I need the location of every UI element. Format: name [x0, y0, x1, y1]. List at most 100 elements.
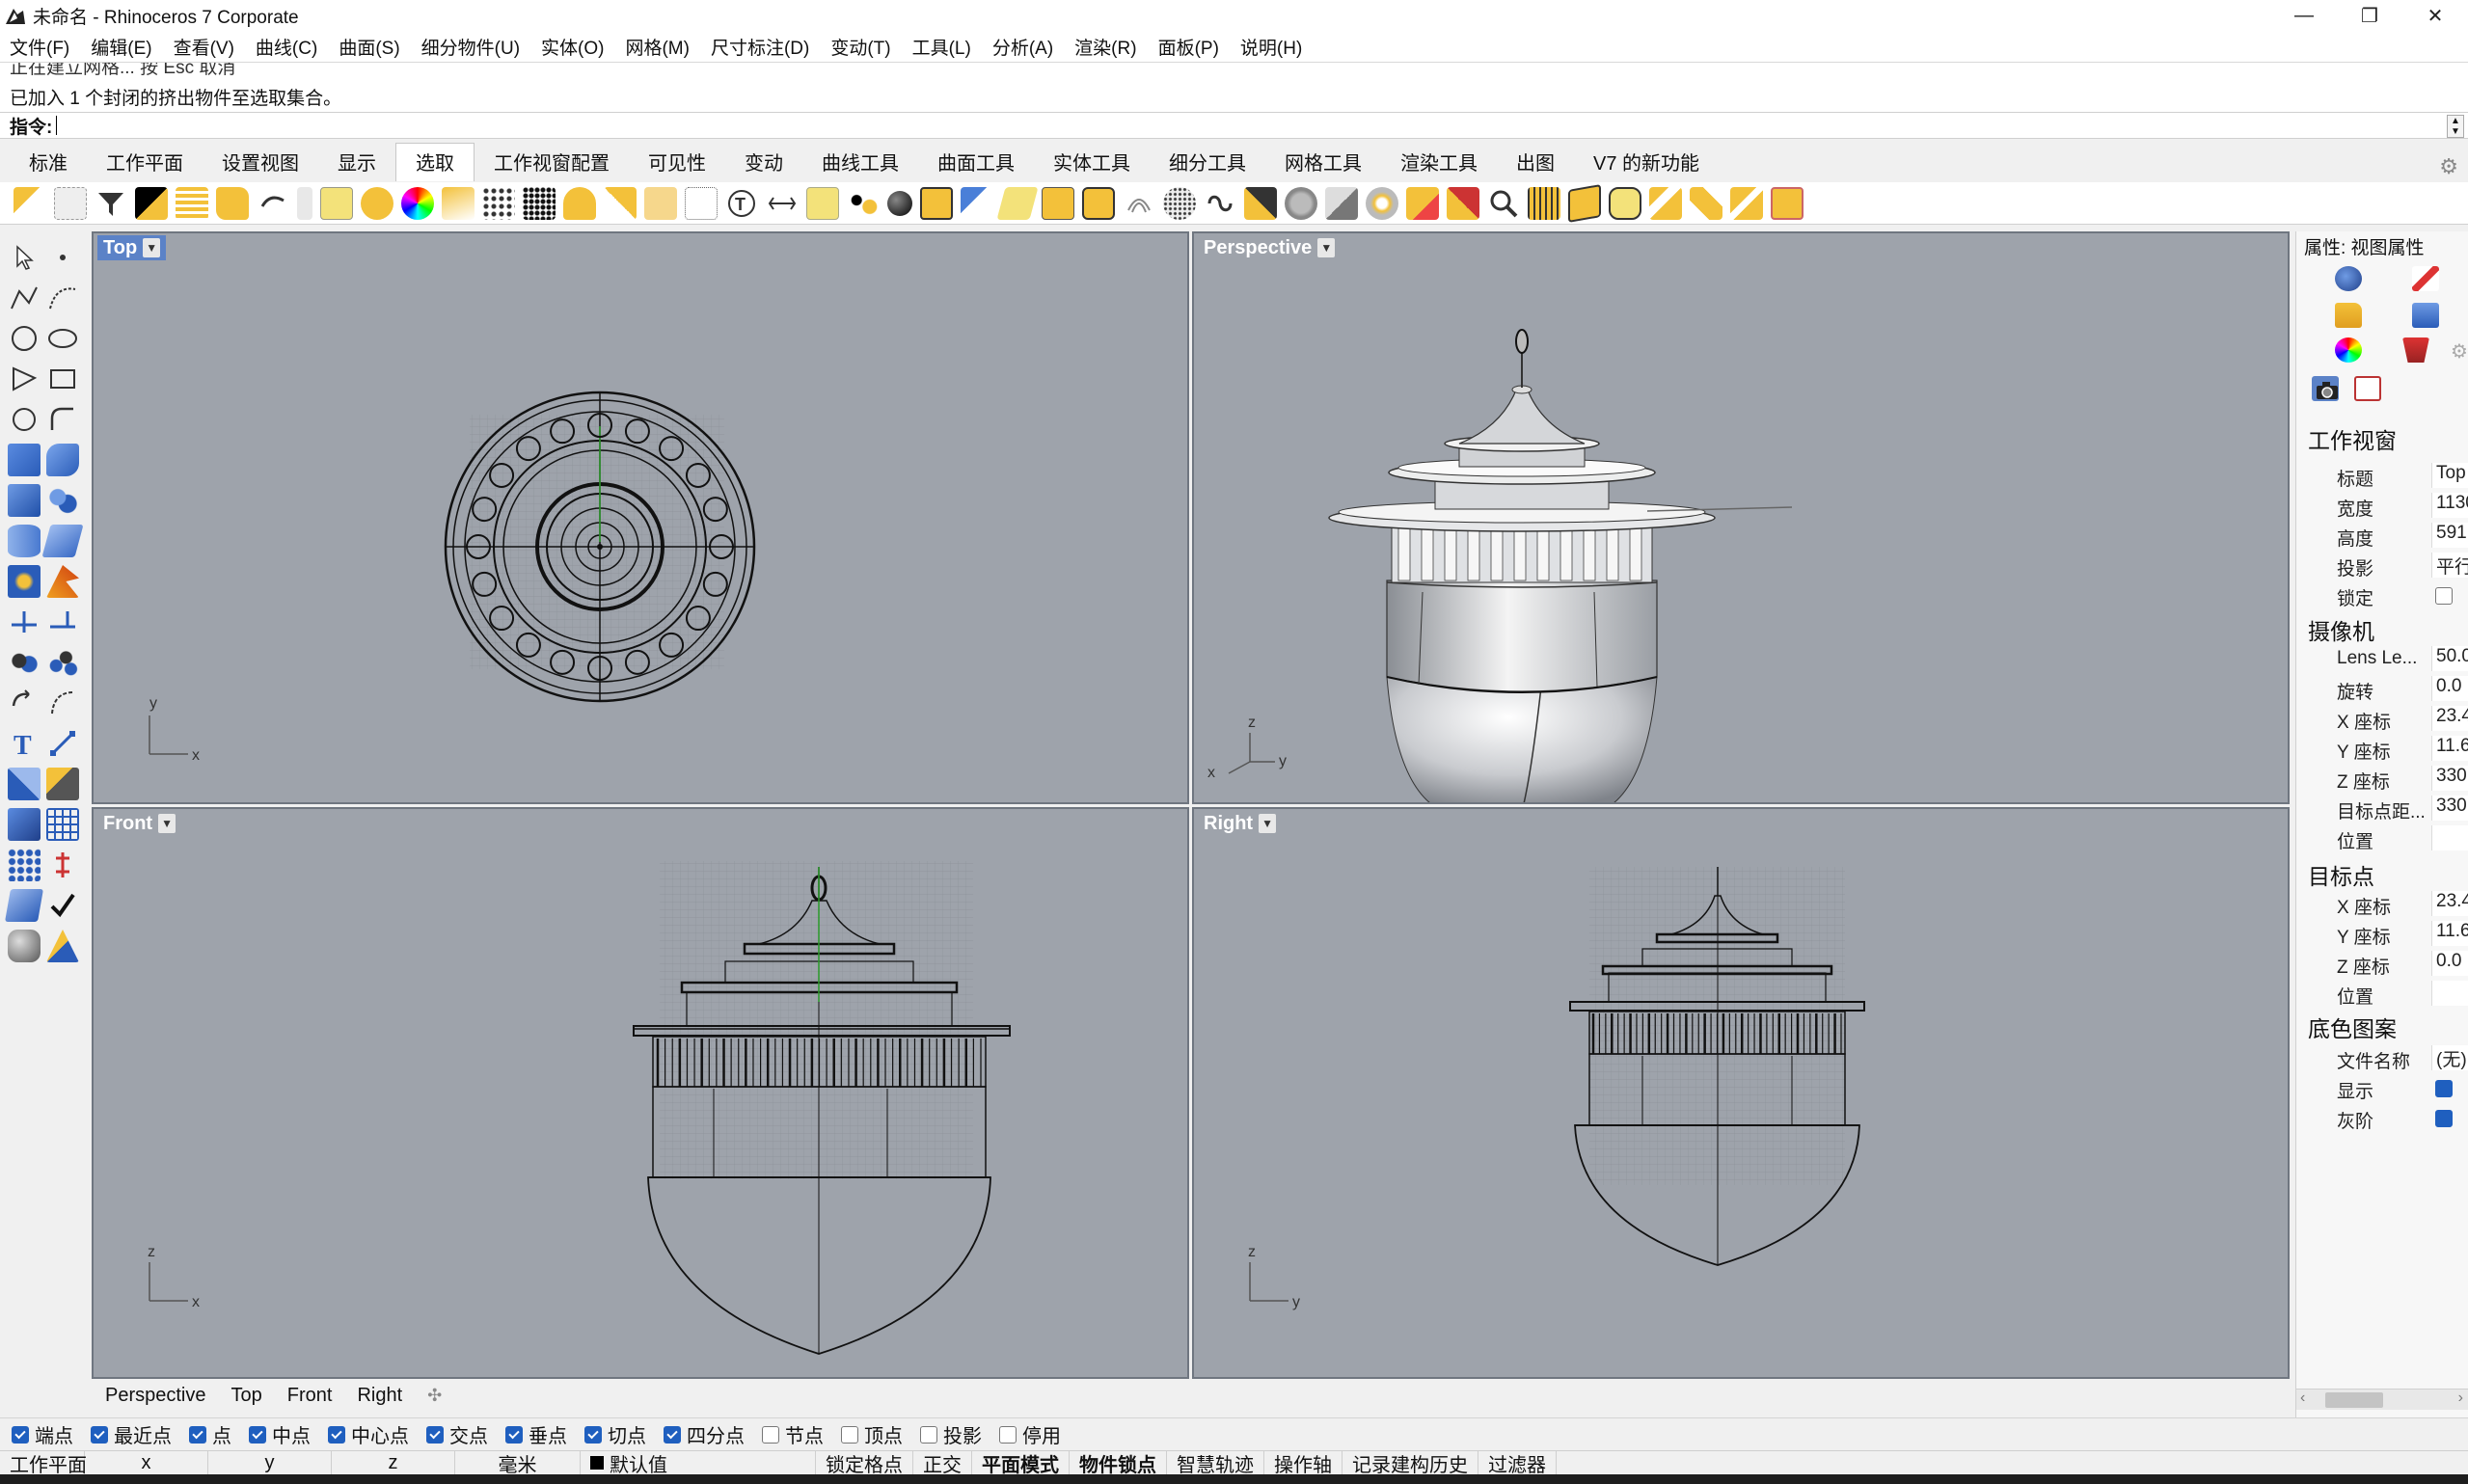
tab-subd-tools[interactable]: 细分工具	[1150, 148, 1265, 181]
solid-box-icon[interactable]	[8, 808, 41, 841]
material-brush-icon[interactable]	[2412, 266, 2439, 291]
material-icon[interactable]	[8, 930, 41, 962]
filter-icon[interactable]	[95, 186, 127, 220]
surface-edit-icon[interactable]	[46, 444, 79, 476]
osnap-6[interactable]: 垂点	[505, 1420, 567, 1448]
draft-icon[interactable]	[5, 889, 43, 922]
viewport-tab-perspective[interactable]: Perspective	[105, 1385, 206, 1407]
osnap-12[interactable]: 停用	[999, 1420, 1061, 1448]
ellipse-icon[interactable]	[46, 322, 79, 355]
property-value[interactable]: 50.0	[2431, 646, 2468, 671]
tab-viewport-layout[interactable]: 工作视窗配置	[475, 148, 629, 181]
light-icon[interactable]	[8, 565, 41, 598]
select-last-icon[interactable]	[257, 187, 289, 220]
property-value[interactable]: 330.	[2431, 766, 2468, 791]
osnap-checkbox[interactable]	[249, 1425, 266, 1444]
select-points-grid-icon[interactable]	[523, 186, 556, 220]
property-value[interactable]	[2431, 981, 2468, 1006]
select-sphere-icon[interactable]	[887, 190, 912, 216]
select-polysurface-icon[interactable]	[361, 186, 393, 220]
osnap-9[interactable]: 节点	[762, 1420, 824, 1448]
scroll-thumb[interactable]	[2325, 1392, 2383, 1408]
select-cube-icon[interactable]	[1568, 183, 1601, 223]
osnap-11[interactable]: 投影	[920, 1420, 982, 1448]
property-value[interactable]: 平行	[2431, 553, 2468, 578]
circle-icon[interactable]	[8, 322, 41, 355]
boolean-icon[interactable]	[8, 646, 41, 679]
osnap-1[interactable]: 最近点	[91, 1420, 172, 1448]
select-arrow-icon[interactable]	[8, 241, 41, 274]
osnap-checkbox[interactable]	[762, 1425, 779, 1444]
menu-tools[interactable]: 工具(L)	[912, 34, 971, 60]
select-all-icon[interactable]	[135, 186, 168, 220]
chevron-right-icon[interactable]: ›	[2458, 1390, 2463, 1407]
menu-mesh[interactable]: 网格(M)	[625, 34, 689, 60]
layer-selector[interactable]: 默认值	[581, 1450, 816, 1476]
status-toggle[interactable]: 物件锁点	[1070, 1450, 1167, 1476]
chevron-down-icon[interactable]: ▼	[143, 238, 161, 257]
select-meshes-icon[interactable]	[1163, 186, 1196, 220]
property-value[interactable]	[2431, 825, 2468, 850]
osnap-checkbox[interactable]	[920, 1425, 937, 1444]
viewport-tab-front[interactable]: Front	[287, 1385, 333, 1407]
panel-horizontal-scrollbar[interactable]: ‹ ›	[2296, 1389, 2468, 1410]
osnap-0[interactable]: 端点	[12, 1420, 73, 1448]
menu-file[interactable]: 文件(F)	[10, 34, 69, 60]
select-layer-icon[interactable]	[176, 186, 208, 220]
viewport-top[interactable]: y x Top ▼	[92, 231, 1189, 804]
chevron-down-icon[interactable]: ▼	[1317, 238, 1336, 257]
select-dots-icon[interactable]	[685, 186, 718, 220]
property-value[interactable]: 23.4	[2431, 706, 2468, 731]
rectangle-icon[interactable]	[46, 363, 79, 395]
select-planar-icon[interactable]	[1042, 186, 1074, 220]
select-closed-icon[interactable]	[961, 186, 993, 220]
select-dimension-icon[interactable]	[766, 187, 799, 220]
menu-view[interactable]: 查看(V)	[174, 34, 234, 60]
render-cup-icon[interactable]	[2402, 337, 2429, 363]
command-scroll-arrows[interactable]: ▲ ▼	[2447, 115, 2464, 138]
select-subd-icon[interactable]	[1204, 187, 1236, 220]
check-icon[interactable]	[46, 889, 79, 922]
select-instance-icon[interactable]	[1244, 186, 1277, 220]
select-hatch-icon[interactable]	[644, 186, 677, 220]
viewport-right[interactable]: z y Right ▼	[1192, 807, 2290, 1379]
viewport-title-perspective[interactable]: Perspective ▼	[1198, 235, 1341, 260]
osnap-7[interactable]: 切点	[584, 1420, 646, 1448]
status-toggle[interactable]: 记录建构历史	[1342, 1450, 1478, 1476]
osnap-checkbox[interactable]	[426, 1425, 444, 1444]
property-value[interactable]: 0.0	[2431, 676, 2468, 701]
menu-surface[interactable]: 曲面(S)	[339, 34, 399, 60]
analyze-icon[interactable]	[46, 768, 79, 800]
pen-icon[interactable]	[46, 930, 79, 962]
select-blocks-icon[interactable]	[563, 186, 596, 220]
rotate-icon[interactable]	[8, 687, 41, 719]
select-group-icon[interactable]	[847, 186, 880, 220]
tab-transform[interactable]: 变动	[725, 148, 802, 181]
menu-curve[interactable]: 曲线(C)	[256, 34, 317, 60]
polygon-icon[interactable]	[8, 363, 41, 395]
property-checkbox[interactable]	[2435, 1080, 2453, 1097]
osnap-8[interactable]: 四分点	[664, 1420, 745, 1448]
osnap-checkbox[interactable]	[189, 1425, 206, 1444]
select-by-surface-icon[interactable]	[1609, 186, 1641, 220]
select-open-icon[interactable]	[996, 186, 1039, 220]
osnap-4[interactable]: 中心点	[328, 1420, 409, 1448]
grid-icon[interactable]	[46, 808, 79, 841]
select-mesh-icon[interactable]	[297, 186, 312, 220]
property-value[interactable]: (无)	[2431, 1045, 2468, 1070]
osnap-checkbox[interactable]	[999, 1425, 1017, 1444]
menu-solid[interactable]: 实体(O)	[541, 34, 604, 60]
status-toggle[interactable]: 正交	[913, 1450, 972, 1476]
status-toggle[interactable]: 过滤器	[1478, 1450, 1557, 1476]
osnap-checkbox[interactable]	[91, 1425, 108, 1444]
minimize-button[interactable]: —	[2271, 0, 2337, 32]
tab-solid-tools[interactable]: 实体工具	[1034, 148, 1150, 181]
select-text-icon[interactable]: T	[725, 187, 758, 220]
move-icon[interactable]	[46, 687, 79, 719]
group-icon[interactable]	[46, 646, 79, 679]
tab-cplanes[interactable]: 工作平面	[87, 148, 203, 181]
tab-display[interactable]: 显示	[318, 148, 395, 181]
mesh-icon[interactable]	[41, 525, 84, 557]
select-crossing-icon[interactable]	[54, 186, 87, 220]
command-line[interactable]: 指令: ▲ ▼	[0, 112, 2468, 139]
